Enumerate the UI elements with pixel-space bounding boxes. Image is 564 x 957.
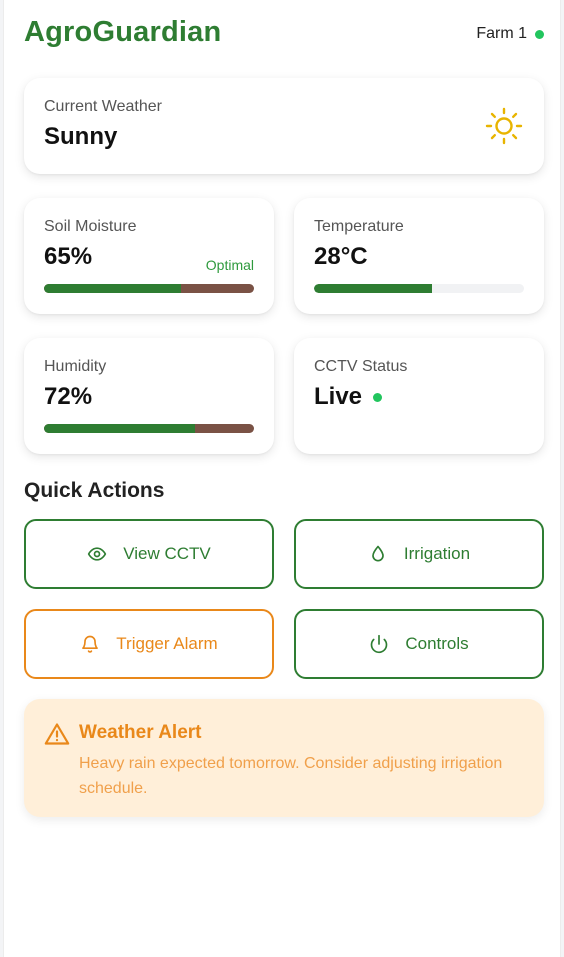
quick-actions-title: Quick Actions <box>24 479 165 502</box>
temperature-bar <box>314 284 524 293</box>
sun-icon <box>484 106 524 151</box>
temperature-card: Temperature 28°C <box>294 198 544 314</box>
humidity-label: Humidity <box>44 358 107 375</box>
temperature-value: 28°C <box>314 243 368 270</box>
temperature-label: Temperature <box>314 218 404 235</box>
droplet-icon <box>368 544 388 564</box>
warning-icon <box>44 722 70 751</box>
soil-moisture-label: Soil Moisture <box>44 218 137 235</box>
app-title: AgroGuardian <box>24 16 222 48</box>
trigger-alarm-label: Trigger Alarm <box>116 634 218 653</box>
cctv-status-label: CCTV Status <box>314 358 408 375</box>
soil-moisture-fill <box>44 284 181 293</box>
farm-selector[interactable]: Farm 1 <box>476 25 544 43</box>
soil-moisture-value: 65% <box>44 243 93 270</box>
cctv-status-value-row: Live <box>314 383 383 411</box>
trigger-alarm-button[interactable]: Trigger Alarm <box>24 609 274 679</box>
humidity-bar <box>44 424 254 433</box>
header: AgroGuardian Farm 1 <box>24 16 544 56</box>
soil-moisture-card: Soil Moisture 65% Optimal <box>24 198 274 314</box>
humidity-fill <box>44 424 196 433</box>
humidity-value: 72% <box>44 383 93 410</box>
controls-button[interactable]: Controls <box>294 609 544 679</box>
weather-card: Current Weather Sunny <box>24 78 544 174</box>
weather-label: Current Weather <box>44 98 162 115</box>
live-indicator-dot <box>373 392 383 402</box>
soil-status-text: Optimal <box>205 257 254 273</box>
controls-label: Controls <box>405 634 469 653</box>
eye-icon <box>87 544 107 564</box>
alert-message: Heavy rain expected tomorrow. Consider a… <box>79 755 503 797</box>
power-icon <box>369 634 389 654</box>
temperature-fill <box>314 284 432 293</box>
view-cctv-button[interactable]: View CCTV <box>24 519 274 589</box>
cctv-status-value: Live <box>314 383 363 410</box>
app-screen: AgroGuardian Farm 1 Current Weather Sunn… <box>3 0 561 957</box>
alert-title: Weather Alert <box>79 722 202 743</box>
cctv-status-card[interactable]: CCTV Status Live <box>294 338 544 454</box>
irrigation-button[interactable]: Irrigation <box>294 519 544 589</box>
irrigation-label: Irrigation <box>403 544 471 563</box>
humidity-card: Humidity 72% <box>24 338 274 454</box>
bell-icon <box>80 634 100 654</box>
farm-status-dot <box>535 29 544 39</box>
weather-alert-banner: Weather Alert Heavy rain expected tomorr… <box>24 699 544 817</box>
view-cctv-label: View CCTV <box>123 544 211 563</box>
soil-moisture-bar <box>44 284 254 293</box>
weather-value: Sunny <box>44 123 118 150</box>
farm-label: Farm 1 <box>476 25 527 42</box>
